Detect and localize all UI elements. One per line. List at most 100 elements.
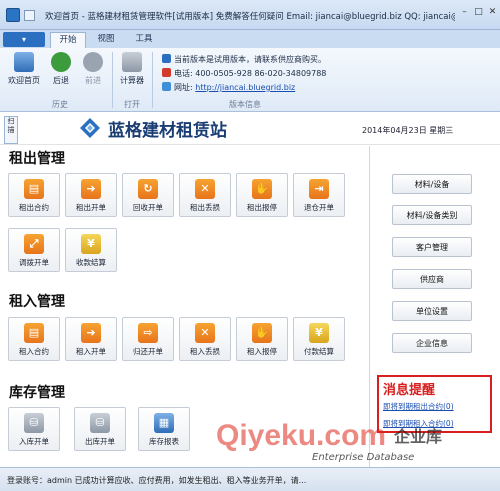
back-label: 后退 bbox=[53, 76, 69, 85]
button-label: 租出合约 bbox=[19, 203, 49, 212]
button-label: 归还开单 bbox=[133, 347, 163, 356]
refresh-icon: ↻ bbox=[138, 179, 158, 199]
button-label: 租出报停 bbox=[247, 203, 277, 212]
info-icon bbox=[162, 54, 171, 63]
welcome-button[interactable]: 欢迎首页 bbox=[4, 52, 44, 96]
stock-out-bill-button[interactable]: ⛁ 出库开单 bbox=[74, 407, 126, 451]
tab-view[interactable]: 视图 bbox=[88, 32, 124, 48]
window-title: 欢迎首页 - 蓝格建材租赁管理软件[试用版本] 免费解答任何疑问 Email: … bbox=[45, 12, 455, 22]
quick-save-icon[interactable] bbox=[24, 10, 35, 21]
chart-icon: ▦ bbox=[154, 413, 174, 433]
customers-button[interactable]: 客户管理 bbox=[392, 237, 472, 257]
calculator-button[interactable]: 计算器 bbox=[116, 52, 148, 96]
units-button[interactable]: 单位设置 bbox=[392, 301, 472, 321]
button-label: 出库开单 bbox=[85, 437, 115, 446]
button-label: 租入合约 bbox=[19, 347, 49, 356]
current-date: 2014年04月23日 星期三 bbox=[362, 126, 454, 135]
button-label: 收款结算 bbox=[76, 258, 106, 267]
website-line: 网址: http://jiancai.bluegrid.biz bbox=[162, 82, 295, 93]
welcome-label: 欢迎首页 bbox=[8, 76, 40, 85]
minimize-icon[interactable]: – bbox=[458, 6, 471, 19]
coins-icon: ¥ bbox=[81, 234, 101, 254]
home-icon bbox=[14, 52, 34, 72]
button-label: 付款结算 bbox=[304, 347, 334, 356]
database-in-icon: ⛁ bbox=[24, 413, 44, 433]
return-bill-button[interactable]: ⇨ 归还开单 bbox=[122, 317, 174, 361]
brand-logo-icon bbox=[80, 118, 100, 138]
group-label-open: 打开 bbox=[124, 100, 140, 109]
group-separator bbox=[152, 52, 153, 108]
globe-icon bbox=[162, 82, 171, 91]
company-info-button[interactable]: 企业信息 bbox=[392, 333, 472, 353]
calculator-label: 计算器 bbox=[120, 76, 144, 85]
title-bar: 欢迎首页 - 蓝格建材租赁管理软件[试用版本] 免费解答任何疑问 Email: … bbox=[0, 0, 500, 30]
transfer-icon: ⤢ bbox=[24, 234, 44, 254]
app-icon[interactable] bbox=[6, 8, 20, 22]
maximize-icon[interactable]: □ bbox=[472, 6, 485, 19]
payment-settle-button[interactable]: ¥ 付款结算 bbox=[293, 317, 345, 361]
bill-icon: ➜ bbox=[81, 179, 101, 199]
hand-stop-icon: ✋ bbox=[252, 179, 272, 199]
phone-line: 电话: 400-0505-928 86-020-34809788 bbox=[162, 68, 326, 79]
website-link[interactable]: http://jiancai.bluegrid.biz bbox=[195, 83, 295, 92]
rent-in-loss-button[interactable]: ✕ 租入丢损 bbox=[179, 317, 231, 361]
contract-icon: ▤ bbox=[24, 179, 44, 199]
button-label: 租入报停 bbox=[247, 347, 277, 356]
rent-in-bill-button[interactable]: ➜ 租入开单 bbox=[65, 317, 117, 361]
file-menu-label: ▾ bbox=[21, 35, 26, 44]
button-label: 租出丢损 bbox=[190, 203, 220, 212]
rent-out-stop-button[interactable]: ✋ 租出报停 bbox=[236, 173, 288, 217]
back-button[interactable]: 后退 bbox=[46, 52, 76, 96]
database-out-icon: ⛁ bbox=[90, 413, 110, 433]
tab-start[interactable]: 开始 bbox=[50, 32, 86, 48]
phone-icon bbox=[162, 68, 171, 77]
rent-in-stop-button[interactable]: ✋ 租入报停 bbox=[236, 317, 288, 361]
close-icon[interactable]: ✕ bbox=[486, 6, 499, 19]
rent-out-loss-button[interactable]: ✕ 租出丢损 bbox=[179, 173, 231, 217]
forward-arrow-icon bbox=[83, 52, 103, 72]
material-categories-button[interactable]: 材料/设备类别 bbox=[392, 205, 472, 225]
recycle-bill-button[interactable]: ↻ 回收开单 bbox=[122, 173, 174, 217]
tab-tools[interactable]: 工具 bbox=[126, 32, 162, 48]
button-label: 租入开单 bbox=[76, 347, 106, 356]
button-label: 回收开单 bbox=[133, 203, 163, 212]
notice-title: 消息提醒 bbox=[383, 383, 436, 398]
website-label: 网址: bbox=[174, 83, 193, 92]
group-label-history: 历史 bbox=[52, 100, 68, 109]
stock-report-button[interactable]: ▦ 库存报表 bbox=[138, 407, 190, 451]
expiring-rent-out-link[interactable]: 即将到期租出合约(0) bbox=[383, 401, 454, 412]
transfer-bill-button[interactable]: ⤢ 调拨开单 bbox=[8, 228, 60, 272]
exit-icon: ⇥ bbox=[309, 179, 329, 199]
section-title-stock: 库存管理 bbox=[9, 385, 65, 401]
coins-icon: ¥ bbox=[309, 323, 329, 343]
button-label: 入库开单 bbox=[19, 437, 49, 446]
rent-out-bill-button[interactable]: ➜ 租出开单 bbox=[65, 173, 117, 217]
rent-out-contract-button[interactable]: ▤ 租出合约 bbox=[8, 173, 60, 217]
bill-icon: ➜ bbox=[81, 323, 101, 343]
notice-panel: 消息提醒 即将到期租出合约(0) 即将到期租入合约(0) bbox=[377, 375, 492, 433]
materials-button[interactable]: 材料/设备 bbox=[392, 174, 472, 194]
right-menu-panel: 材料/设备 材料/设备类别 客户管理 供应商 单位设置 企业信息 消息提醒 即将… bbox=[370, 146, 500, 467]
forward-button[interactable]: 前进 bbox=[78, 52, 108, 96]
group-separator bbox=[112, 52, 113, 108]
section-title-rent-in: 租入管理 bbox=[9, 294, 65, 310]
status-text: 登录账号：admin 已成功计算应收、应付费用，如发生租出、租入等业务开单，请.… bbox=[7, 476, 307, 485]
file-menu-button[interactable]: ▾ bbox=[3, 32, 45, 47]
version-notice-text: 当前版本是试用版本，请联系供应商购买。 bbox=[174, 55, 326, 64]
suppliers-button[interactable]: 供应商 bbox=[392, 269, 472, 289]
button-label: 租出开单 bbox=[76, 203, 106, 212]
rent-in-contract-button[interactable]: ▤ 租入合约 bbox=[8, 317, 60, 361]
expiring-rent-in-link[interactable]: 即将到期租入合约(0) bbox=[383, 418, 454, 429]
side-scan-tab[interactable]: 扫描 bbox=[4, 116, 18, 144]
back-arrow-icon bbox=[51, 52, 71, 72]
return-icon: ⇨ bbox=[138, 323, 158, 343]
return-warehouse-button[interactable]: ⇥ 退仓开单 bbox=[293, 173, 345, 217]
loss-icon: ✕ bbox=[195, 179, 215, 199]
status-bar: 登录账号：admin 已成功计算应收、应付费用，如发生租出、租入等业务开单，请.… bbox=[0, 467, 500, 491]
brand-name: 蓝格建材租赁站 bbox=[108, 121, 227, 141]
button-label: 退仓开单 bbox=[304, 203, 334, 212]
collection-settle-button[interactable]: ¥ 收款结算 bbox=[65, 228, 117, 272]
button-label: 租入丢损 bbox=[190, 347, 220, 356]
stock-in-bill-button[interactable]: ⛁ 入库开单 bbox=[8, 407, 60, 451]
loss-icon: ✕ bbox=[195, 323, 215, 343]
